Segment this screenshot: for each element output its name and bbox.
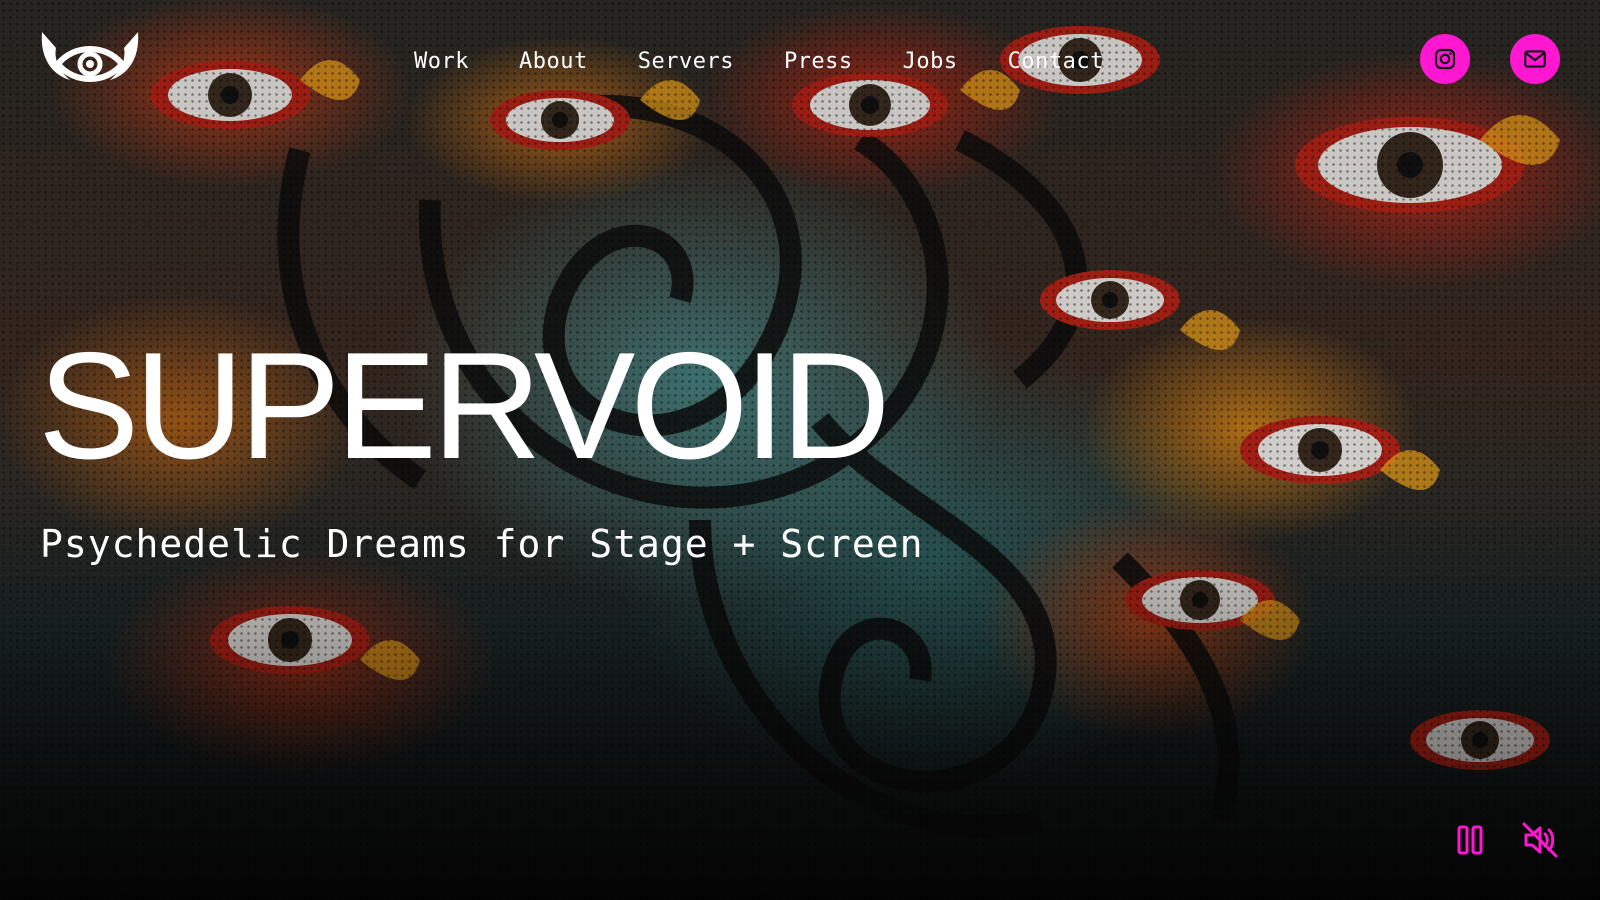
instagram-icon (1434, 48, 1456, 70)
instagram-button[interactable] (1420, 34, 1470, 84)
nav-contact[interactable]: Contact (1008, 49, 1104, 74)
mail-icon (1524, 50, 1546, 68)
nav-press[interactable]: Press (784, 49, 853, 74)
muted-speaker-icon (1522, 822, 1558, 858)
nav-jobs[interactable]: Jobs (903, 49, 958, 74)
hero-title: SUPERVOID (38, 321, 891, 491)
nav-work[interactable]: Work (414, 49, 469, 74)
main-nav: Work About Servers Press Jobs Contact (414, 44, 1104, 78)
logo-home-link[interactable] (40, 30, 140, 90)
nav-about[interactable]: About (519, 49, 588, 74)
nav-servers[interactable]: Servers (638, 49, 734, 74)
hero-tagline: Psychedelic Dreams for Stage + Screen (40, 522, 924, 566)
pause-button[interactable] (1450, 820, 1490, 860)
eye-horns-logo-icon (41, 32, 139, 82)
email-button[interactable] (1510, 34, 1560, 84)
mute-toggle-button[interactable] (1520, 820, 1560, 860)
pause-icon (1457, 825, 1483, 855)
